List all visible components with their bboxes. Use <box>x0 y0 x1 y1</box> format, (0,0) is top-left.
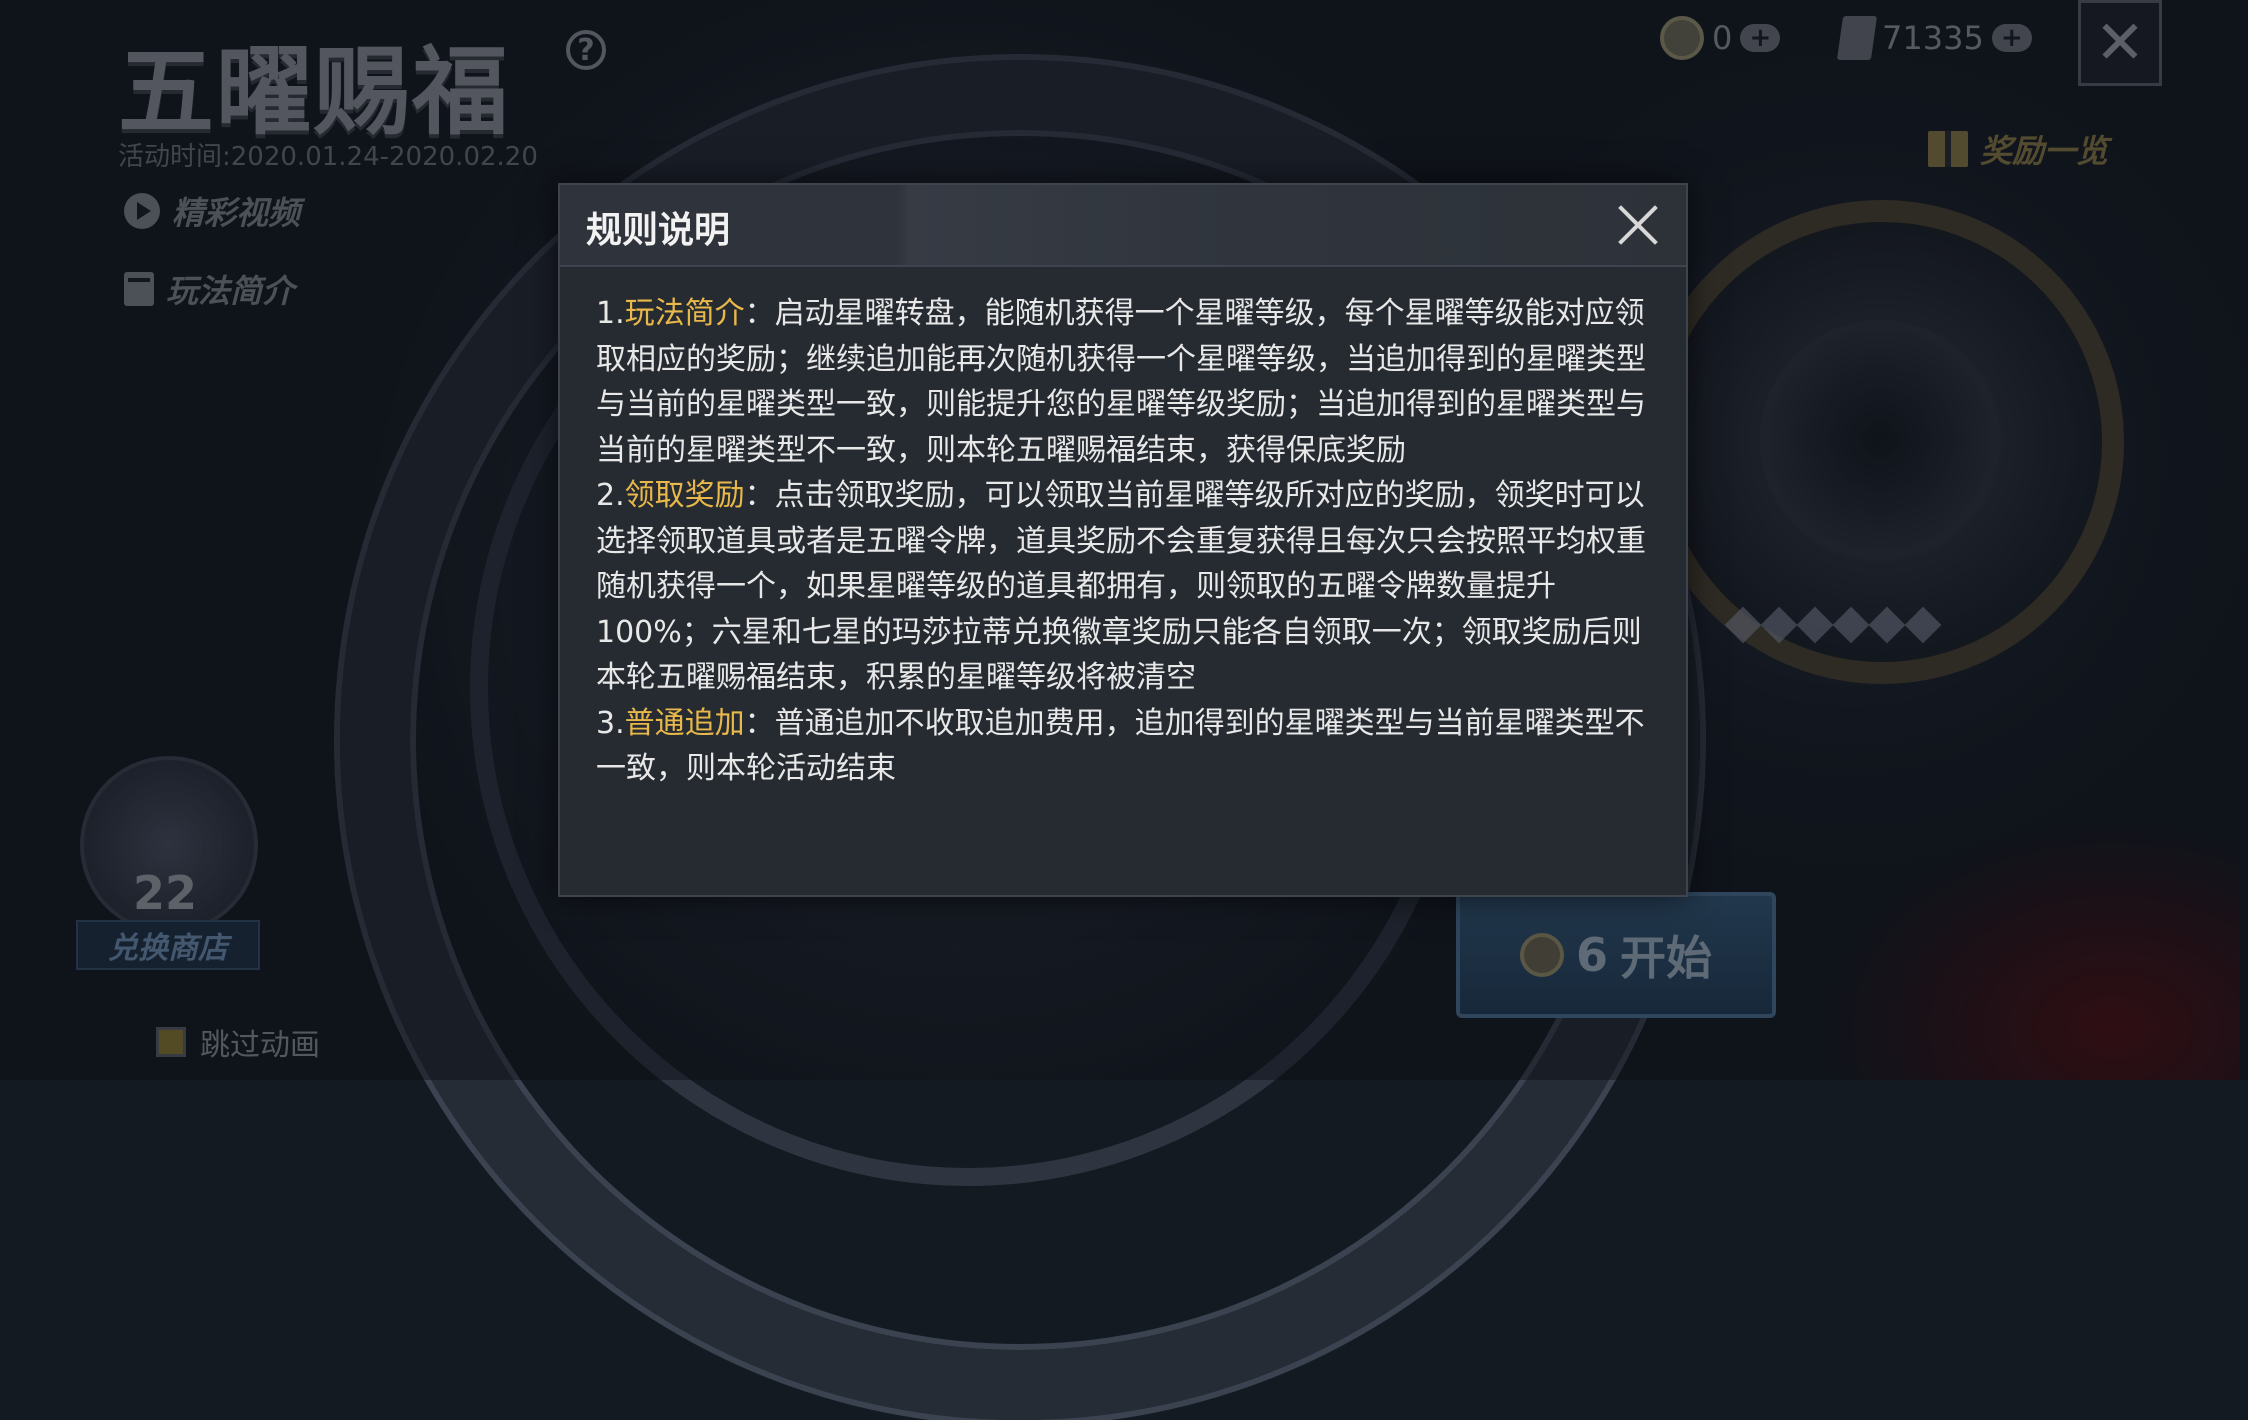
rule-keyword: 领取奖励 <box>624 478 745 513</box>
close-icon[interactable] <box>1610 197 1666 253</box>
dialog-body: 1.玩法简介：启动星曜转盘，能随机获得一个星曜等级，每个星曜等级能对应领取相应的… <box>596 291 1666 792</box>
rule-text: ：启动星曜转盘，能随机获得一个星曜等级，每个星曜等级能对应领取相应的奖励；继续追… <box>596 296 1646 468</box>
dialog-title: 规则说明 <box>586 210 731 251</box>
rules-dialog: 规则说明 1.玩法简介：启动星曜转盘，能随机获得一个星曜等级，每个星曜等级能对应… <box>558 183 1688 897</box>
rule-number: 2. <box>596 478 625 513</box>
rule-number: 3. <box>596 705 625 741</box>
rule-keyword: 普通追加 <box>624 705 745 741</box>
rule-number: 1. <box>596 296 625 331</box>
rule-item: 3.普通追加：普通追加不收取追加费用，追加得到的星曜类型与当前星曜类型不一致，则… <box>596 701 1666 792</box>
rule-text: ：普通追加不收取追加费用，追加得到的星曜类型与当前星曜类型不一致，则本轮活动结束 <box>596 705 1645 787</box>
rule-text: ：点击领取奖励，可以领取当前星曜等级所对应的奖励，领奖时可以选择领取道具或者是五… <box>596 478 1646 695</box>
rule-item: 2.领取奖励：点击领取奖励，可以领取当前星曜等级所对应的奖励，领奖时可以选择领取… <box>596 473 1666 701</box>
rule-keyword: 玩法简介 <box>624 296 745 331</box>
rule-item: 1.玩法简介：启动星曜转盘，能随机获得一个星曜等级，每个星曜等级能对应领取相应的… <box>596 291 1666 473</box>
dialog-header: 规则说明 <box>560 185 1686 267</box>
